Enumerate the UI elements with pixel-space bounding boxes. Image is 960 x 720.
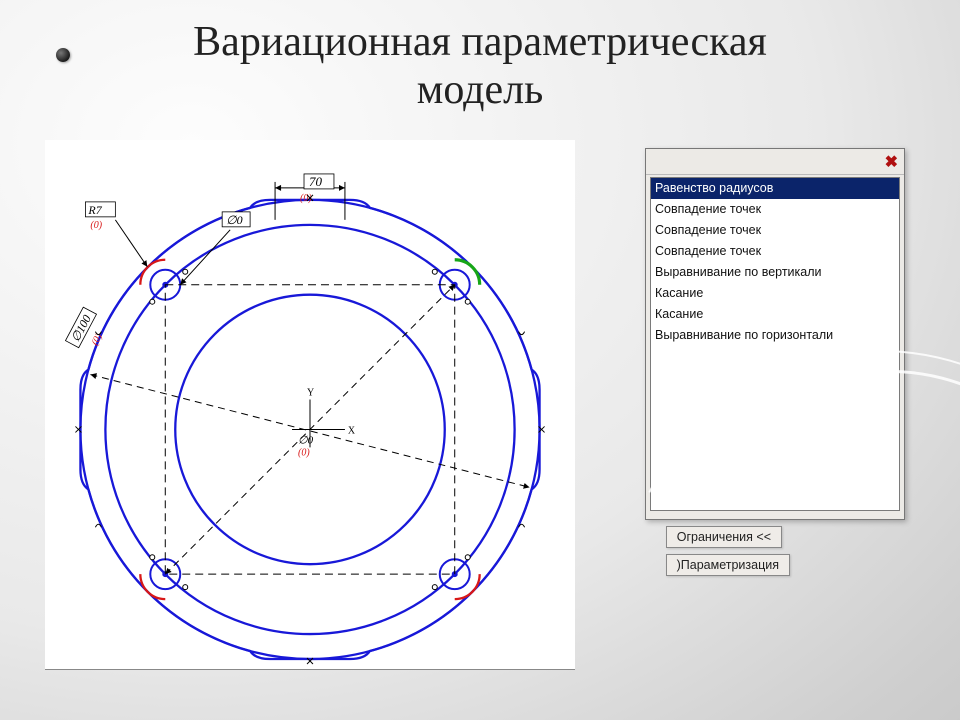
constraints-panel: ✖ Равенство радиусов Совпадение точек Со… xyxy=(645,148,905,520)
svg-text:70: 70 xyxy=(309,174,322,189)
panel-header: ✖ xyxy=(646,149,904,175)
list-item[interactable]: Касание xyxy=(651,283,899,304)
svg-text:R7: R7 xyxy=(87,203,102,217)
list-item[interactable]: Совпадение точек xyxy=(651,241,899,262)
svg-text:(0): (0) xyxy=(298,447,310,458)
close-icon[interactable]: ✖ xyxy=(885,152,898,172)
svg-text:(0): (0) xyxy=(90,220,102,231)
list-item[interactable]: Касание xyxy=(651,304,899,325)
cad-sketch-svg: X Y ∅0 (0) 70 (0) R7 (0) xyxy=(45,140,575,669)
svg-text:X: X xyxy=(348,425,356,436)
svg-text:∅0: ∅0 xyxy=(298,434,314,446)
list-item[interactable]: Выравнивание по горизонтали xyxy=(651,325,899,346)
title-line-1: Вариационная параметрическая xyxy=(193,19,767,65)
title-line-2: модель xyxy=(417,67,544,113)
list-item[interactable]: Выравнивание по вертикали xyxy=(651,262,899,283)
constraints-button[interactable]: Ограничения << xyxy=(666,526,782,548)
list-item[interactable]: Совпадение точек xyxy=(651,199,899,220)
constraints-list[interactable]: Равенство радиусов Совпадение точек Совп… xyxy=(650,177,900,511)
svg-text:Y: Y xyxy=(307,388,314,399)
slide-title: Вариационная параметрическая модель xyxy=(0,18,960,115)
parametrization-tab[interactable]: )Параметризация xyxy=(666,554,790,576)
list-item[interactable]: Совпадение точек xyxy=(651,220,899,241)
list-item[interactable]: Равенство радиусов xyxy=(651,178,899,199)
cad-drawing-canvas: X Y ∅0 (0) 70 (0) R7 (0) xyxy=(45,140,575,670)
svg-text:∅0: ∅0 xyxy=(226,213,242,227)
